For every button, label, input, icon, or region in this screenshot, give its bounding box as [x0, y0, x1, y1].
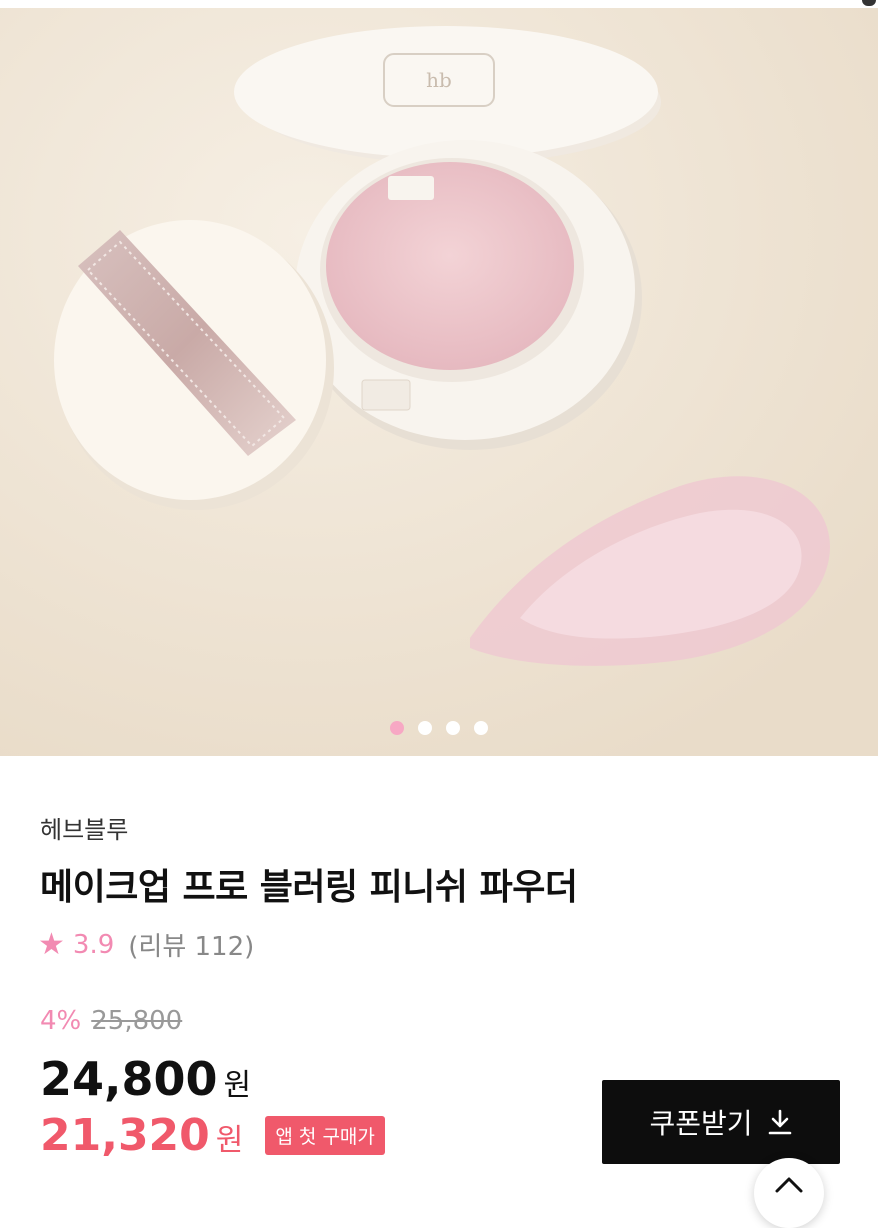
sale-price: 24,800	[40, 1052, 218, 1106]
original-price: 25,800	[91, 1006, 183, 1036]
scroll-to-top-button[interactable]	[754, 1158, 824, 1228]
star-icon: ★	[38, 926, 65, 962]
carousel-dot-4[interactable]	[474, 721, 488, 735]
app-first-purchase-badge: 앱 첫 구매가	[265, 1116, 385, 1155]
app-first-purchase-price: 21,320	[40, 1110, 210, 1161]
product-photo: hb	[0, 8, 878, 756]
product-title: 메이크업 프로 블러링 피니쉬 파우더	[40, 867, 578, 908]
download-icon	[768, 1109, 791, 1135]
corner-indicator	[862, 0, 876, 6]
price-row: 24,800 원	[40, 1052, 251, 1106]
carousel-pagination	[0, 721, 878, 735]
rating-score: 3.9	[72, 929, 115, 960]
status-strip	[0, 0, 878, 8]
app-price-row: 21,320 원 앱 첫 구매가	[40, 1110, 385, 1161]
carousel-dot-1[interactable]	[390, 721, 404, 735]
brand-name[interactable]: 헤브블루	[40, 810, 128, 845]
coupon-button-label: 쿠폰받기	[649, 1107, 753, 1140]
get-coupon-button[interactable]: 쿠폰받기	[602, 1080, 840, 1164]
app-price-unit: 원	[215, 1123, 244, 1158]
rating-row[interactable]: ★ 3.9 (리뷰 112)	[38, 926, 254, 963]
review-count: (리뷰 112)	[128, 932, 255, 962]
product-image-carousel[interactable]: hb	[0, 8, 878, 756]
carousel-dot-2[interactable]	[418, 721, 432, 735]
discount-rate: 4%	[40, 1006, 82, 1036]
carousel-dot-3[interactable]	[446, 721, 460, 735]
svg-text:hb: hb	[426, 68, 452, 92]
chevron-up-icon	[775, 1177, 803, 1193]
discount-row: 4% 25,800	[40, 1006, 182, 1036]
price-unit: 원	[223, 1068, 252, 1103]
